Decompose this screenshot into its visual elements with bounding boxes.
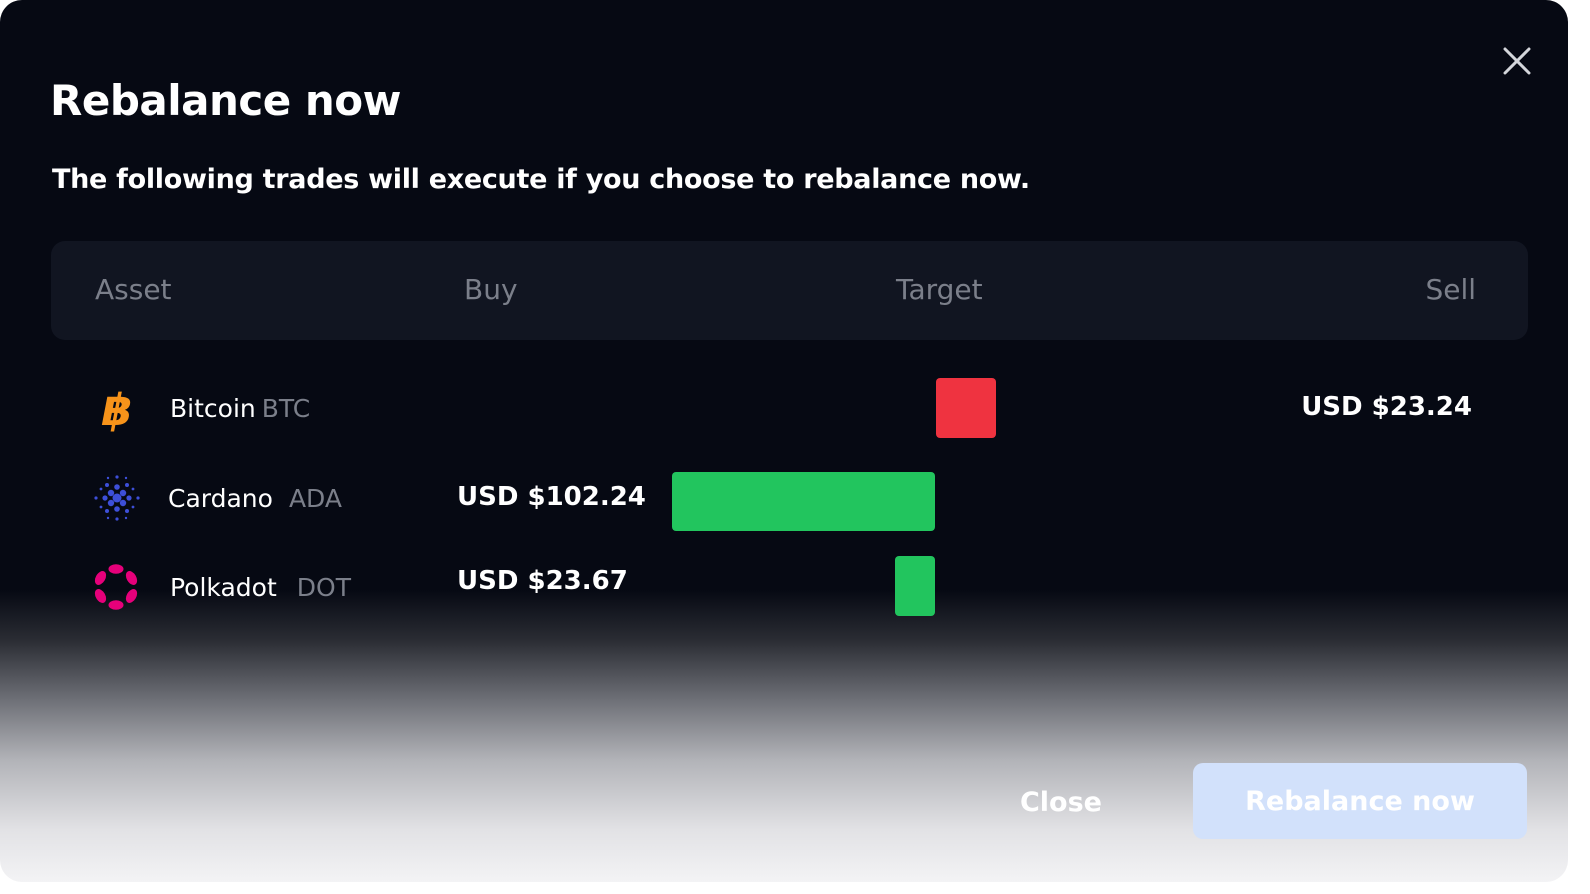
- column-header-target: Target: [896, 273, 983, 306]
- rebalance-now-button[interactable]: Rebalance now: [1193, 763, 1527, 839]
- column-header-asset: Asset: [95, 273, 172, 306]
- cardano-icon: [90, 471, 144, 525]
- table-header: Asset Buy Target Sell: [51, 241, 1528, 340]
- buy-amount: USD $23.67: [457, 566, 628, 596]
- asset-ticker: DOT: [296, 573, 351, 602]
- buy-bar: [895, 556, 935, 616]
- buy-amount: USD $102.24: [457, 482, 646, 512]
- asset-name: Cardano: [168, 484, 273, 513]
- buy-bar: [672, 472, 935, 531]
- asset-name: Polkadot: [170, 573, 277, 602]
- table-row: ฿ Bitcoin BTC USD $23.24: [0, 377, 1568, 441]
- dialog-subtitle: The following trades will execute if you…: [52, 164, 1030, 195]
- sell-amount: USD $23.24: [1301, 392, 1472, 422]
- column-header-buy: Buy: [464, 273, 518, 306]
- bitcoin-icon: ฿: [90, 382, 144, 436]
- polkadot-icon: [89, 560, 143, 614]
- table-row: Polkadot DOT USD $23.67: [0, 556, 1568, 620]
- svg-text:฿: ฿: [102, 385, 133, 436]
- rebalance-dialog: Rebalance now The following trades will …: [0, 0, 1568, 882]
- sell-bar: [936, 378, 996, 438]
- close-button[interactable]: Close: [1004, 770, 1118, 834]
- asset-ticker: ADA: [288, 484, 342, 513]
- asset-ticker: BTC: [261, 394, 311, 423]
- column-header-sell: Sell: [1425, 273, 1476, 306]
- asset-name: Bitcoin: [170, 394, 256, 423]
- dialog-title: Rebalance now: [50, 76, 401, 125]
- table-row: Cardano ADA USD $102.24: [0, 468, 1568, 532]
- close-icon[interactable]: [1496, 40, 1538, 82]
